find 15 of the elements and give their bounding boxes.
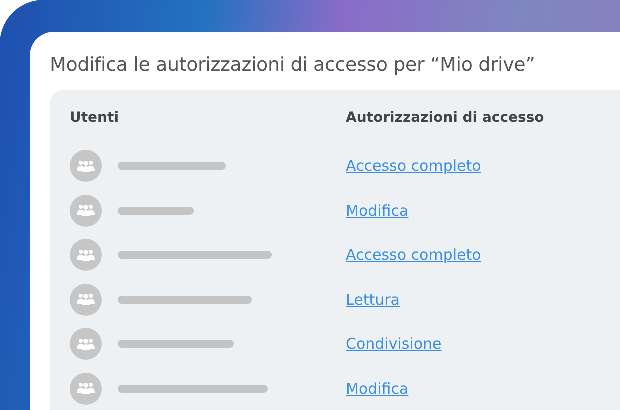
group-avatar-icon xyxy=(70,239,102,272)
group-avatar-icon xyxy=(70,194,102,227)
permission-link[interactable]: Accesso completo xyxy=(346,157,620,176)
group-avatar-icon xyxy=(70,284,102,316)
dialog-title: Modifica le autorizzazioni di accesso per “Mio drive” xyxy=(50,54,536,76)
permission-link[interactable]: Modifica xyxy=(346,380,620,398)
permission-link[interactable]: Lettura xyxy=(346,290,620,309)
permission-link[interactable]: Modifica xyxy=(346,202,620,220)
column-header: Autorizzazioni di accesso xyxy=(346,110,546,128)
permission-link[interactable]: Condivisione xyxy=(346,335,620,354)
permission-link[interactable]: Accesso completo xyxy=(346,246,620,264)
column-header: Utenti xyxy=(70,110,120,128)
group-avatar-icon xyxy=(70,150,102,182)
group-avatar-icon xyxy=(70,328,102,360)
group-avatar-icon xyxy=(70,372,102,405)
